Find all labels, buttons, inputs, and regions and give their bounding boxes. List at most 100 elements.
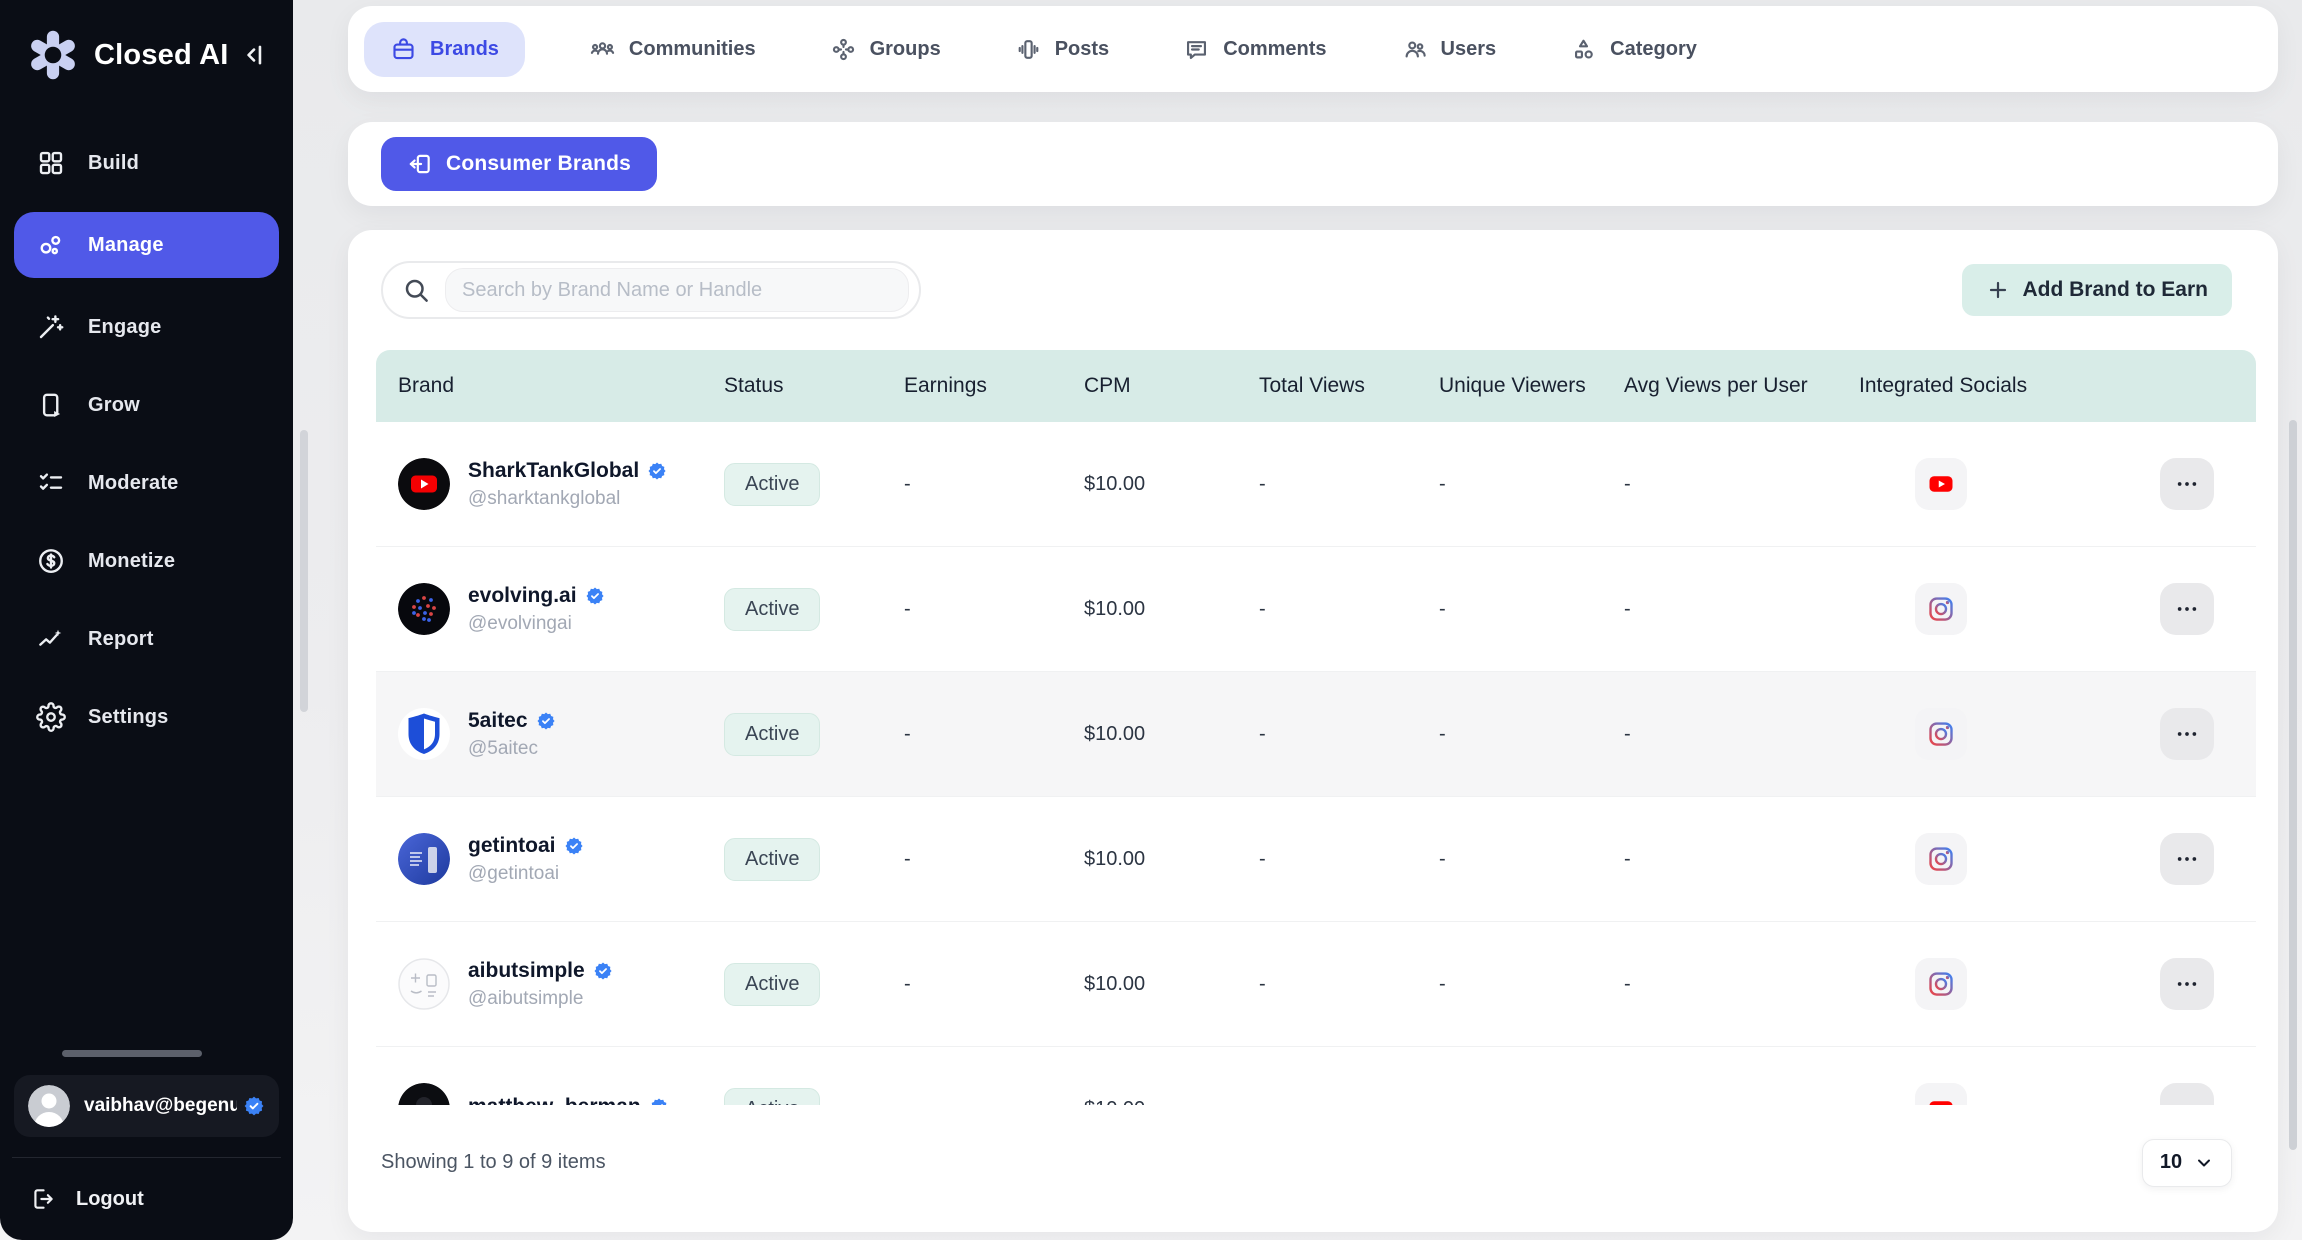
main-content: Brands Communities Groups Posts Comments User… xyxy=(348,0,2278,1240)
table-rows-viewport: SharkTankGlobal@sharktankglobalActive-$1… xyxy=(376,422,2256,1105)
ellipsis-icon xyxy=(2174,1096,2200,1105)
pagination-summary: Showing 1 to 9 of 9 items xyxy=(381,1151,606,1174)
tab-brands[interactable]: Brands xyxy=(364,22,525,77)
logout-button[interactable]: Logout xyxy=(10,1158,283,1222)
status-cell: Active xyxy=(724,713,904,756)
add-brand-label: Add Brand to Earn xyxy=(2022,278,2208,302)
socials-cell xyxy=(1859,958,2124,1010)
row-actions-button[interactable] xyxy=(2160,833,2214,885)
brand-name-line: evolving.ai xyxy=(468,584,605,608)
page-size-select[interactable]: 10 xyxy=(2142,1139,2232,1187)
youtube-icon xyxy=(1915,1083,1967,1105)
unique-viewers-cell: - xyxy=(1439,848,1624,871)
search-input[interactable] xyxy=(445,268,909,312)
brand-avatar xyxy=(398,708,450,760)
sidebar: Closed AI Build Manage Engage Grow Moderate M… xyxy=(0,0,293,1240)
column-header: Brand xyxy=(398,374,724,398)
avg-views-cell: - xyxy=(1624,973,1859,996)
sidebar-bottom: vaibhav@begenu... Logout xyxy=(0,1050,293,1240)
row-actions-button[interactable] xyxy=(2160,708,2214,760)
status-badge: Active xyxy=(724,713,820,756)
unique-viewers-cell: - xyxy=(1439,473,1624,496)
page-size-value: 10 xyxy=(2160,1151,2182,1174)
tab-users[interactable]: Users xyxy=(1391,22,1507,77)
sidebar-item-label: Engage xyxy=(88,316,161,339)
brand-names: getintoai @getintoai xyxy=(468,834,584,885)
table-row: evolving.ai@evolvingaiActive-$10.00--- xyxy=(376,547,2256,672)
gear-icon xyxy=(36,702,66,732)
avg-views-cell: - xyxy=(1624,1098,1859,1106)
status-badge: Active xyxy=(724,838,820,881)
sidebar-item-grow[interactable]: Grow xyxy=(14,376,279,434)
checklist-icon xyxy=(36,468,66,498)
verified-badge-icon xyxy=(647,461,667,481)
sidebar-scroll-handle[interactable] xyxy=(62,1050,202,1057)
brand-cell: evolving.ai@evolvingai xyxy=(398,583,724,635)
brand-name: evolving.ai xyxy=(468,584,577,608)
table-row: getintoai@getintoaiActive-$10.00--- xyxy=(376,797,2256,922)
sidebar-item-moderate[interactable]: Moderate xyxy=(14,454,279,512)
page-scrollbar[interactable] xyxy=(2289,420,2297,1150)
tab-posts[interactable]: Posts xyxy=(1005,22,1119,77)
consumer-brands-button[interactable]: Consumer Brands xyxy=(381,137,657,191)
brand-search xyxy=(381,261,921,319)
users-icon xyxy=(1401,36,1428,63)
add-brand-to-earn-button[interactable]: Add Brand to Earn xyxy=(1962,264,2232,316)
tab-label: Posts xyxy=(1055,38,1109,61)
socials-cell xyxy=(1859,458,2124,510)
cpm-cell: $10.00 xyxy=(1084,973,1259,996)
brand-name-line: aibutsimple xyxy=(468,959,613,983)
sidebar-item-report[interactable]: Report xyxy=(14,610,279,668)
instagram-icon xyxy=(1915,583,1967,635)
socials-cell xyxy=(1859,833,2124,885)
sidebar-item-manage[interactable]: Manage xyxy=(14,212,279,278)
brand-names: SharkTankGlobal@sharktankglobal xyxy=(468,459,667,510)
user-card[interactable]: vaibhav@begenu... xyxy=(14,1075,279,1137)
column-header: Integrated Socials xyxy=(1859,374,2124,398)
user-avatar xyxy=(28,1085,70,1127)
sidebar-item-monetize[interactable]: Monetize xyxy=(14,532,279,590)
row-actions-button[interactable] xyxy=(2160,583,2214,635)
table-row: matthew_bermanActive-$10.00--- xyxy=(376,1047,2256,1105)
sidebar-item-label: Monetize xyxy=(88,550,175,573)
subnav-bar: Consumer Brands xyxy=(348,122,2278,206)
sidebar-item-settings[interactable]: Settings xyxy=(14,688,279,746)
status-badge: Active xyxy=(724,963,820,1006)
brand-handle: @getintoai xyxy=(468,863,584,885)
tab-comments[interactable]: Comments xyxy=(1173,22,1336,77)
grid-icon xyxy=(36,148,66,178)
brand-avatar xyxy=(398,958,450,1010)
cpm-cell: $10.00 xyxy=(1084,598,1259,621)
sidebar-item-engage[interactable]: Engage xyxy=(14,298,279,356)
brand-name: aibutsimple xyxy=(468,959,585,983)
brand-cell: getintoai @getintoai xyxy=(398,833,724,885)
brand-avatar xyxy=(398,833,450,885)
consumer-brands-label: Consumer Brands xyxy=(446,152,631,176)
sidebar-item-build[interactable]: Build xyxy=(14,134,279,192)
plus-icon xyxy=(1986,278,2010,302)
tab-groups[interactable]: Groups xyxy=(820,22,951,77)
row-actions-button[interactable] xyxy=(2160,1083,2214,1105)
row-actions-button[interactable] xyxy=(2160,458,2214,510)
row-actions-button[interactable] xyxy=(2160,958,2214,1010)
earnings-cell: - xyxy=(904,598,1084,621)
sidebar-scrollbar[interactable] xyxy=(300,430,308,712)
actions-cell xyxy=(2124,458,2252,510)
column-header: Total Views xyxy=(1259,374,1439,398)
wand-icon xyxy=(36,312,66,342)
app-title: Closed AI xyxy=(94,39,237,72)
tab-communities[interactable]: Communities xyxy=(579,22,766,77)
groups-icon xyxy=(830,36,857,63)
ellipsis-icon xyxy=(2174,971,2200,997)
status-cell: Active xyxy=(724,963,904,1006)
avg-views-cell: - xyxy=(1624,598,1859,621)
sidebar-collapse-icon[interactable] xyxy=(237,38,271,72)
table-footer: Showing 1 to 9 of 9 items 10 xyxy=(348,1105,2278,1232)
status-cell: Active xyxy=(724,1088,904,1106)
logout-icon xyxy=(30,1186,56,1212)
brands-table-card: Add Brand to Earn BrandStatusEarningsCPM… xyxy=(348,230,2278,1232)
brand-name: getintoai xyxy=(468,834,556,858)
column-header: Unique Viewers xyxy=(1439,374,1624,398)
tab-category[interactable]: Category xyxy=(1560,22,1707,77)
posts-icon xyxy=(1015,36,1042,63)
